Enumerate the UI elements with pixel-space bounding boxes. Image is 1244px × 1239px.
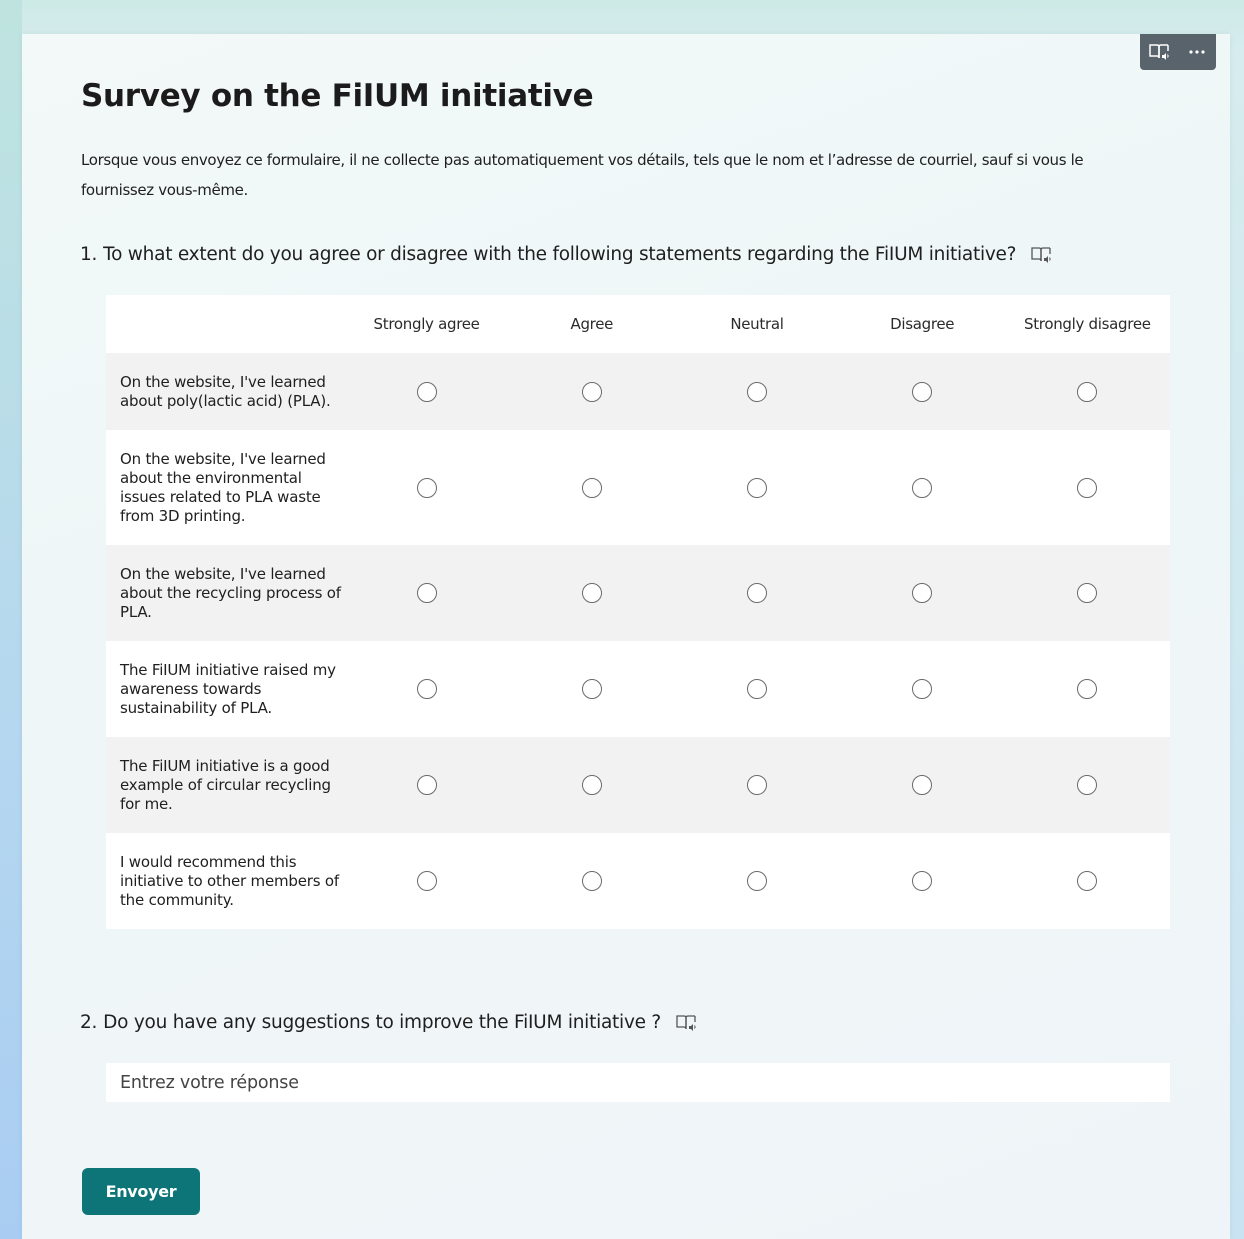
likert-table: Strongly agree Agree Neutral Disagree St…: [106, 295, 1170, 929]
column-header: Agree: [570, 315, 614, 333]
submit-button[interactable]: Envoyer: [82, 1168, 200, 1215]
likert-row: The FiIUM initiative is a good example o…: [106, 737, 1170, 833]
radio-agree[interactable]: [581, 583, 602, 603]
radio-strongly-agree[interactable]: [416, 871, 437, 891]
question-text: Do you have any suggestions to improve t…: [103, 1012, 661, 1033]
column-header: Strongly disagree: [1024, 315, 1151, 333]
radio-neutral[interactable]: [746, 477, 767, 498]
statement-label: On the website, I've learned about the e…: [120, 449, 326, 525]
radio-disagree[interactable]: [912, 477, 933, 498]
radio-strongly-agree[interactable]: [416, 775, 437, 795]
radio-strongly-disagree[interactable]: [1077, 775, 1098, 795]
statement-label: The FiIUM initiative is a good example o…: [120, 756, 331, 813]
question-number: 2.: [80, 1012, 98, 1033]
statement-label: On the website, I've learned about poly(…: [120, 372, 331, 410]
likert-row: On the website, I've learned about poly(…: [106, 353, 1170, 430]
radio-agree[interactable]: [581, 871, 602, 891]
likert-header: Strongly agree Agree Neutral Disagree St…: [106, 295, 1170, 353]
radio-strongly-agree[interactable]: [416, 583, 437, 603]
statement-label: I would recommend this initiative to oth…: [120, 852, 339, 909]
radio-strongly-disagree[interactable]: [1077, 477, 1098, 498]
question-1: 1. To what extent do you agree or disagr…: [80, 244, 1052, 265]
form-toolbar: [1140, 34, 1216, 70]
radio-agree[interactable]: [581, 477, 602, 498]
radio-strongly-agree[interactable]: [416, 381, 437, 402]
form-title: Survey on the FiIUM initiative: [81, 78, 594, 114]
immersive-reader-icon[interactable]: [1030, 245, 1052, 265]
radio-agree[interactable]: [581, 381, 602, 402]
radio-disagree[interactable]: [912, 679, 933, 699]
answer-input[interactable]: [106, 1063, 1170, 1102]
radio-agree[interactable]: [581, 775, 602, 795]
likert-row: On the website, I've learned about the r…: [106, 545, 1170, 641]
column-header: Disagree: [890, 315, 955, 333]
radio-strongly-disagree[interactable]: [1077, 871, 1098, 891]
radio-disagree[interactable]: [912, 871, 933, 891]
statement-label: The FiIUM initiative raised my awareness…: [120, 660, 336, 717]
likert-row: The FiIUM initiative raised my awareness…: [106, 641, 1170, 737]
radio-strongly-disagree[interactable]: [1077, 583, 1098, 603]
page-backdrop: [0, 0, 22, 1239]
radio-strongly-agree[interactable]: [416, 679, 437, 699]
radio-neutral[interactable]: [746, 679, 767, 699]
likert-row: On the website, I've learned about the e…: [106, 430, 1170, 545]
radio-neutral[interactable]: [746, 583, 767, 603]
question-number: 1.: [80, 244, 98, 265]
radio-strongly-disagree[interactable]: [1077, 381, 1098, 402]
column-header: Strongly agree: [373, 315, 480, 333]
immersive-reader-icon[interactable]: [1147, 40, 1171, 64]
radio-disagree[interactable]: [912, 775, 933, 795]
radio-disagree[interactable]: [912, 583, 933, 603]
form-page: Survey on the FiIUM initiative Lorsque v…: [22, 34, 1230, 1239]
radio-disagree[interactable]: [912, 381, 933, 402]
form-description: Lorsque vous envoyez ce formulaire, il n…: [81, 151, 1084, 199]
statement-label: On the website, I've learned about the r…: [120, 564, 341, 621]
radio-neutral[interactable]: [746, 381, 767, 402]
immersive-reader-icon[interactable]: [675, 1013, 697, 1033]
radio-agree[interactable]: [581, 679, 602, 699]
more-options-icon[interactable]: [1185, 40, 1209, 64]
likert-row: I would recommend this initiative to oth…: [106, 833, 1170, 929]
question-2: 2. Do you have any suggestions to improv…: [80, 1012, 697, 1033]
radio-neutral[interactable]: [746, 871, 767, 891]
question-text: To what extent do you agree or disagree …: [103, 244, 1017, 265]
radio-neutral[interactable]: [746, 775, 767, 795]
column-header: Neutral: [730, 315, 784, 333]
radio-strongly-disagree[interactable]: [1077, 679, 1098, 699]
radio-strongly-agree[interactable]: [416, 477, 437, 498]
